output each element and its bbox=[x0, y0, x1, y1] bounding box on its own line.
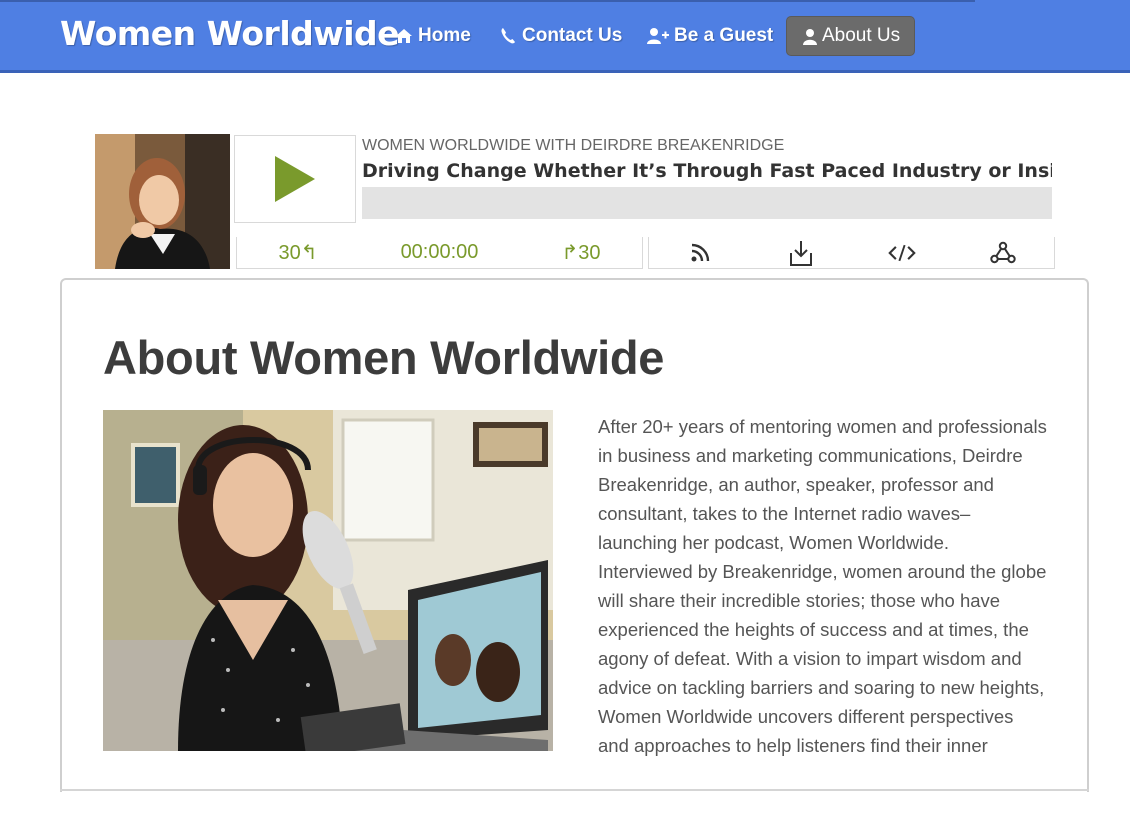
progress-bar[interactable] bbox=[362, 187, 1052, 219]
nav-item-be-a-guest[interactable]: Be a Guest bbox=[645, 16, 773, 56]
page-title: About Women Worldwide bbox=[103, 331, 665, 384]
rss-icon[interactable] bbox=[686, 239, 714, 267]
nav-item-about-us-label: About Us bbox=[822, 25, 901, 46]
nav-item-home-label: Home bbox=[418, 25, 471, 46]
share-controls bbox=[648, 237, 1055, 269]
episode-title[interactable]: Driving Change Whether It’s Through Fast… bbox=[362, 160, 1052, 182]
play-button[interactable] bbox=[234, 135, 356, 223]
site-brand[interactable]: Women Worldwide bbox=[60, 14, 400, 53]
show-name: WOMEN WORLDWIDE WITH DEIRDRE BREAKENRIDG… bbox=[362, 137, 785, 154]
forward-30-button[interactable]: ↱30 bbox=[561, 240, 600, 265]
nav-item-home[interactable]: Home bbox=[393, 16, 471, 56]
rewind-30-button[interactable]: 30↰ bbox=[279, 240, 318, 265]
podcast-player: WOMEN WORLDWIDE WITH DEIRDRE BREAKENRIDG… bbox=[95, 134, 1055, 270]
share-icon[interactable] bbox=[989, 239, 1017, 267]
nav-item-be-a-guest-label: Be a Guest bbox=[674, 25, 774, 46]
about-paragraph: After 20+ years of mentoring women and p… bbox=[598, 416, 1047, 756]
embed-code-icon[interactable] bbox=[888, 239, 916, 267]
nav-item-contact-label: Contact Us bbox=[522, 25, 623, 46]
navbar-top-line bbox=[0, 0, 975, 2]
time-display: 00:00:00 bbox=[400, 241, 479, 263]
card-bottom-border bbox=[60, 789, 1089, 791]
download-icon[interactable] bbox=[787, 239, 815, 267]
podcast-cover-image bbox=[95, 134, 230, 269]
about-card: About Women Worldwide After 20+ years of… bbox=[60, 278, 1089, 792]
phone-icon bbox=[497, 26, 519, 46]
navbar: Women Worldwide Home Contact Us Be a Gue… bbox=[0, 0, 1130, 73]
user-plus-icon bbox=[645, 26, 671, 46]
nav-item-contact[interactable]: Contact Us bbox=[497, 16, 622, 56]
playback-controls: 30↰ 00:00:00 ↱30 bbox=[236, 237, 643, 269]
user-icon bbox=[801, 26, 819, 46]
home-icon bbox=[393, 26, 415, 46]
host-photo bbox=[103, 410, 553, 751]
nav-item-about-us[interactable]: About Us bbox=[786, 16, 916, 56]
play-icon bbox=[275, 156, 315, 202]
